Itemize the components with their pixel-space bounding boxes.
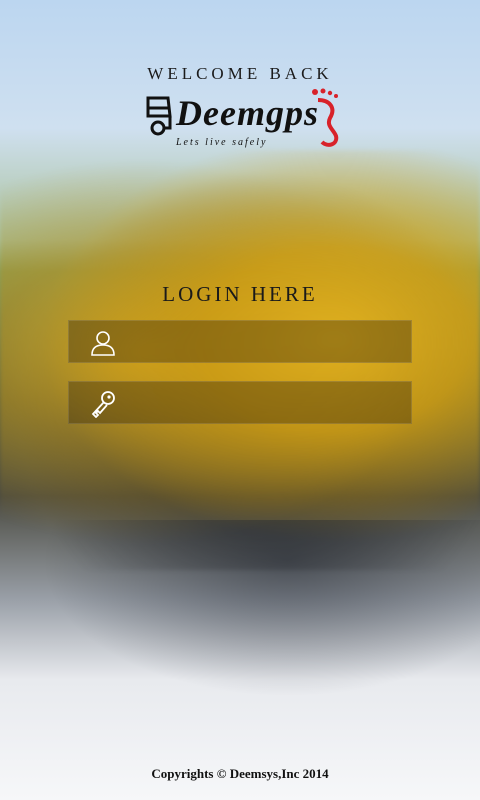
bus-logo-icon	[146, 96, 172, 136]
brand-name: Deemgps	[176, 93, 319, 133]
username-field[interactable]	[68, 320, 412, 364]
password-input[interactable]	[129, 382, 403, 425]
username-input[interactable]	[129, 321, 403, 364]
welcome-text: WELCOME BACK	[147, 64, 333, 83]
password-field[interactable]	[68, 381, 412, 425]
user-icon	[91, 331, 115, 356]
copyright-text: Copyrights © Deemsys,Inc 2014	[151, 766, 329, 781]
background-ground-shadow	[0, 520, 480, 720]
welcome-header: WELCOME BACK	[0, 64, 480, 84]
key-icon	[91, 391, 115, 418]
login-title: LOGIN HERE	[162, 282, 318, 306]
brand-tagline: Lets live safely	[176, 137, 268, 148]
